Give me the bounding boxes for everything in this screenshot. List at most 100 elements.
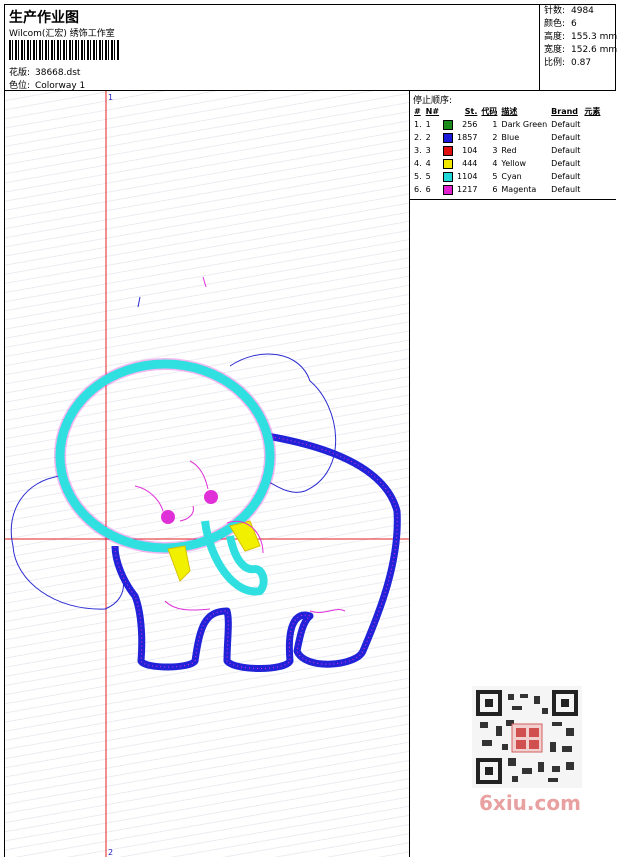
row-description: Blue xyxy=(501,133,520,142)
row-needle: 5 xyxy=(425,172,431,181)
stat-scale: 比例: 0.87 xyxy=(544,58,592,68)
row-index: 2. xyxy=(414,133,422,142)
row-brand: Default xyxy=(551,185,581,194)
table-row: 1. 1 256 1 Dark Green Default xyxy=(412,118,602,131)
color-swatch xyxy=(443,184,454,195)
left-eyebrow xyxy=(134,485,164,512)
col-stitches: St. xyxy=(464,107,478,116)
col-index: # xyxy=(414,107,421,116)
dash-stroke xyxy=(137,296,141,308)
row-code: 3 xyxy=(492,146,498,155)
production-sheet: 生产作业图 Wilcom(汇宏) 绣饰工作室 花版: 38668.dst 色位: C… xyxy=(4,4,617,857)
row-element xyxy=(582,144,602,157)
row-stitches: 1217 xyxy=(457,185,478,194)
row-brand: Default xyxy=(551,146,581,155)
stop-sequence-table-area: 停止顺序: # N# St. 代码 描述 Brand 元素 1. 1 256 1 Dar… xyxy=(410,91,616,200)
row-index: 5. xyxy=(414,172,422,181)
col-brand: Brand xyxy=(551,107,579,116)
row-stitches: 1857 xyxy=(457,133,478,142)
stat-width: 宽度: 152.6 mm xyxy=(544,45,618,55)
table-row: 4. 4 444 4 Yellow Default xyxy=(412,157,602,170)
barcode-image xyxy=(9,40,119,60)
row-index: 4. xyxy=(414,159,422,168)
color-swatch xyxy=(443,171,454,182)
row-code: 6 xyxy=(492,185,498,194)
row-code: 4 xyxy=(492,159,498,168)
row-element xyxy=(582,118,602,131)
color-swatch xyxy=(443,158,454,169)
col-code: 代码 xyxy=(481,107,498,116)
leg-crease-right xyxy=(309,609,346,613)
row-description: Magenta xyxy=(501,185,537,194)
stat-colors: 颜色: 6 xyxy=(544,19,577,29)
row-element xyxy=(582,131,602,144)
guide-label-bottom: 2 xyxy=(108,848,113,857)
table-row: 5. 5 1104 5 Cyan Default xyxy=(412,170,602,183)
table-row: 2. 2 1857 2 Blue Default xyxy=(412,131,602,144)
sheet-header: 生产作业图 Wilcom(汇宏) 绣饰工作室 花版: 38668.dst 色位: C… xyxy=(5,5,543,91)
stat-stitches: 针数: 4984 xyxy=(544,6,594,16)
row-code: 1 xyxy=(492,120,498,129)
col-swatch xyxy=(441,105,455,118)
right-eye xyxy=(204,490,218,504)
table-row: 6. 6 1217 6 Magenta Default xyxy=(412,183,602,196)
row-swatch xyxy=(441,157,455,170)
row-brand: Default xyxy=(551,120,581,129)
row-stitches: 104 xyxy=(462,146,478,155)
row-needle: 2 xyxy=(425,133,431,142)
row-swatch xyxy=(441,118,455,131)
design-file-row: 花版: 38668.dst xyxy=(9,65,80,78)
row-index: 6. xyxy=(414,185,422,194)
stat-height: 高度: 155.3 mm xyxy=(544,32,618,42)
row-stitches: 1104 xyxy=(457,172,478,181)
guide-label-top: 1 xyxy=(108,93,113,102)
col-description: 描述 xyxy=(501,107,518,116)
color-swatch xyxy=(443,119,454,130)
sparkle-stroke xyxy=(202,276,207,288)
row-swatch xyxy=(441,144,455,157)
row-element xyxy=(582,157,602,170)
row-needle: 4 xyxy=(425,159,431,168)
row-needle: 3 xyxy=(425,146,431,155)
right-eyebrow xyxy=(189,460,209,490)
row-description: Cyan xyxy=(501,172,522,181)
mouth-line xyxy=(179,505,194,522)
col-needle: N# xyxy=(425,107,440,116)
row-description: Red xyxy=(501,146,517,155)
row-needle: 6 xyxy=(425,185,431,194)
design-stats: 针数: 4984 颜色: 6 高度: 155.3 mm 宽度: 152.6 mm 比例:… xyxy=(539,5,617,90)
row-swatch xyxy=(441,183,455,196)
col-element: 元素 xyxy=(584,107,601,116)
left-eye xyxy=(161,510,175,524)
row-swatch xyxy=(441,170,455,183)
elephant-embroidery-illustration: 1 2 xyxy=(5,91,409,857)
design-file-label: 花版: xyxy=(9,68,31,78)
table-row: 3. 3 104 3 Red Default xyxy=(412,144,602,157)
row-stitches: 444 xyxy=(462,159,478,168)
company-name: Wilcom(汇宏) 绣饰工作室 xyxy=(9,29,115,39)
sheet-title: 生产作业图 xyxy=(9,10,79,26)
row-description: Yellow xyxy=(501,159,527,168)
color-swatch xyxy=(443,145,454,156)
row-description: Dark Green xyxy=(501,120,548,129)
table-header-row: # N# St. 代码 描述 Brand 元素 xyxy=(412,105,602,118)
row-code: 2 xyxy=(492,133,498,142)
row-needle: 1 xyxy=(425,120,431,129)
row-element xyxy=(582,170,602,183)
row-stitches: 256 xyxy=(462,120,478,129)
row-brand: Default xyxy=(551,172,581,181)
row-brand: Default xyxy=(551,133,581,142)
watermark-text: 6xiu.com xyxy=(479,791,581,815)
leg-crease-left xyxy=(164,600,211,611)
row-index: 1. xyxy=(414,120,422,129)
stop-sequence-table: # N# St. 代码 描述 Brand 元素 1. 1 256 1 Dark Gree… xyxy=(412,105,602,196)
right-ear-outline xyxy=(229,353,337,493)
row-brand: Default xyxy=(551,159,581,168)
row-element xyxy=(582,183,602,196)
row-swatch xyxy=(441,131,455,144)
qr-code-image xyxy=(472,686,582,788)
design-preview: 1 2 xyxy=(5,91,409,857)
row-code: 5 xyxy=(492,172,498,181)
row-index: 3. xyxy=(414,146,422,155)
color-swatch xyxy=(443,132,454,143)
